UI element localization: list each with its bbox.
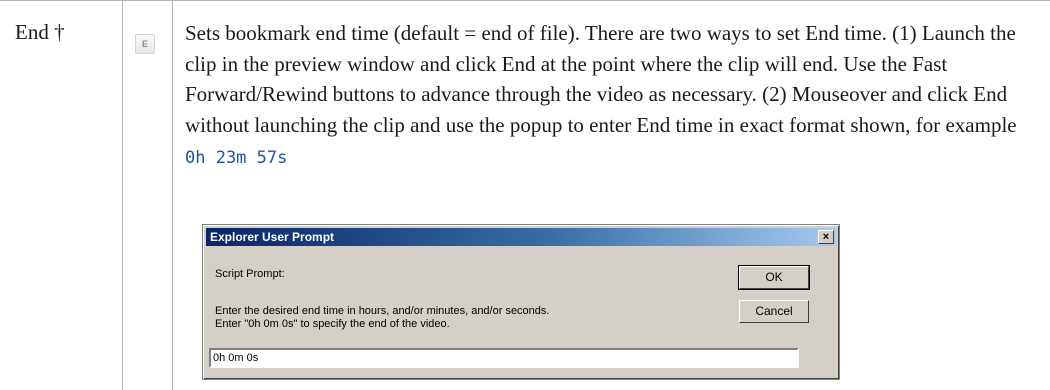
table-top-border	[0, 0, 1050, 1]
ok-button[interactable]: OK	[738, 265, 810, 290]
description-prefix: Sets bookmark end time (default = end of…	[185, 21, 1017, 138]
example-code: 0h 23m 57s	[185, 147, 288, 168]
script-prompt-label: Script Prompt:	[215, 268, 285, 280]
explorer-prompt-dialog: Explorer User Prompt × Script Prompt: En…	[202, 224, 840, 380]
end-button-icon: E	[135, 34, 155, 54]
close-icon: ×	[822, 231, 830, 243]
column-divider-1	[122, 0, 123, 390]
column-divider-2	[172, 0, 173, 390]
cancel-button[interactable]: Cancel	[739, 300, 809, 323]
end-time-input[interactable]: 0h 0m 0s	[209, 348, 799, 368]
dialog-titlebar: Explorer User Prompt ×	[206, 228, 836, 246]
term-label: End †	[15, 20, 65, 44]
dialog-title: Explorer User Prompt	[210, 230, 335, 244]
instruction-line-1: Enter the desired end time in hours, and…	[215, 305, 550, 317]
table-row: End † E Sets bookmark end time (default …	[0, 0, 1050, 390]
description-text: Sets bookmark end time (default = end of…	[185, 18, 1030, 174]
instruction-line-2: Enter "0h 0m 0s" to specify the end of t…	[215, 318, 450, 330]
close-button[interactable]: ×	[818, 230, 834, 244]
